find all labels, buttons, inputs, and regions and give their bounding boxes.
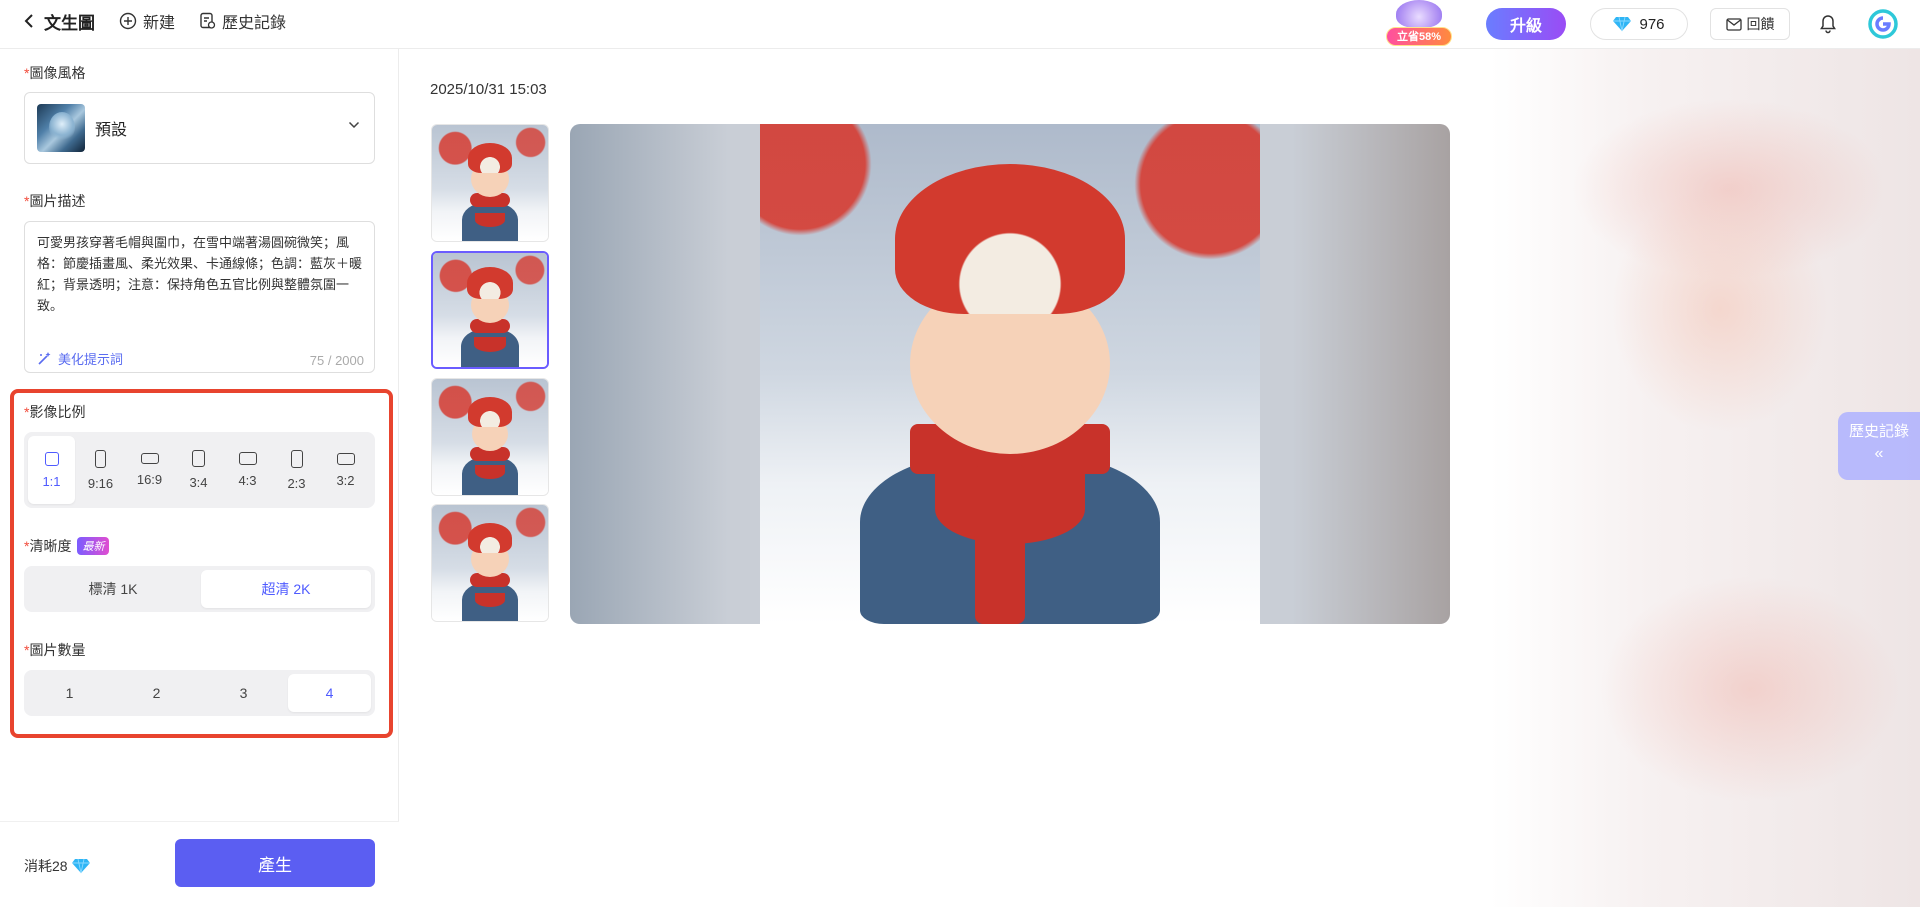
generate-button[interactable]: 產生 (175, 839, 375, 887)
top-bar: 文生圖 新建 歷史記錄 立省58% 升級 976 回饋 (0, 0, 1920, 49)
ratio-option-2-3[interactable]: 2:3 (273, 436, 320, 504)
resolution-label: *清晰度 最新 (24, 536, 110, 556)
aspect-ratio-selector: 1:1 9:16 16:9 3:4 4:3 2:3 3:2 (24, 432, 375, 508)
ratio-label: 2:3 (287, 475, 306, 491)
result-thumbnail-2[interactable] (431, 251, 549, 369)
diamond-icon (1613, 16, 1632, 32)
history-side-tab[interactable]: 歷史記錄 « (1838, 412, 1920, 480)
plus-circle-icon (119, 12, 137, 30)
history-tab-label: 歷史記錄 (1848, 423, 1909, 440)
portrait-ratio-icon (192, 450, 205, 467)
chevron-down-icon (348, 121, 360, 129)
history-button[interactable]: 歷史記錄 (199, 9, 286, 33)
image-preview[interactable] (570, 124, 1450, 624)
new-label: 新建 (143, 15, 176, 32)
ratio-label: 4:3 (238, 473, 257, 488)
settings-panel: *圖像風格 預設 *圖片描述 可愛男孩穿著毛帽與圍巾，在雪中端著湯圓碗微笑；風格… (0, 49, 399, 907)
ratio-option-1-1[interactable]: 1:1 (28, 436, 75, 504)
style-value: 預設 (95, 122, 128, 139)
square-ratio-icon (44, 451, 59, 466)
portrait-ratio-icon (95, 449, 106, 468)
mail-icon (1725, 17, 1742, 31)
top-bar-right: 立省58% 升級 976 回饋 (1386, 0, 1898, 48)
cost-label: 消耗28 (24, 858, 68, 874)
result-thumbnail-1[interactable] (431, 124, 549, 242)
generation-timestamp: 2025/10/31 15:03 (430, 81, 547, 98)
app-logo-icon[interactable] (1868, 9, 1898, 39)
style-label: *圖像風格 (24, 65, 86, 81)
new-badge: 最新 (77, 537, 110, 555)
feedback-button[interactable]: 回饋 (1710, 8, 1790, 40)
landscape-ratio-icon (140, 453, 159, 464)
description-label: *圖片描述 (24, 193, 86, 209)
ratio-label: 9:16 (87, 475, 114, 491)
cost-indicator: 消耗28 (24, 856, 90, 876)
ratio-label: 3:2 (336, 472, 355, 488)
diamond-icon (71, 858, 90, 874)
style-thumbnail (37, 104, 85, 152)
aspect-ratio-label: *影像比例 (24, 404, 86, 420)
back-button[interactable]: 文生圖 (24, 9, 95, 34)
thumbnail-image (432, 505, 548, 621)
landscape-ratio-icon (336, 452, 355, 465)
upgrade-button[interactable]: 升級 (1486, 8, 1566, 40)
result-thumbnail-4[interactable] (431, 504, 549, 622)
resolution-option-2k[interactable]: 超清 2K (201, 570, 371, 608)
style-select[interactable]: 預設 (24, 92, 375, 164)
ratio-option-9-16[interactable]: 9:16 (77, 436, 124, 504)
ratio-label: 1:1 (42, 473, 61, 489)
generate-bar: 消耗28 產生 (0, 821, 399, 907)
thumbnail-image (433, 253, 547, 367)
feedback-label: 回饋 (1746, 16, 1775, 32)
page-title: 文生圖 (44, 13, 95, 33)
landscape-ratio-icon (238, 452, 257, 465)
portrait-ratio-icon (290, 449, 303, 468)
top-bar-left: 文生圖 新建 歷史記錄 (24, 0, 286, 42)
ratio-option-16-9[interactable]: 16:9 (126, 436, 173, 504)
ratio-label: 3:4 (189, 475, 208, 490)
description-textarea[interactable]: 可愛男孩穿著毛帽與圍巾，在雪中端著湯圓碗微笑；風格：節慶插畫風、柔光效果、卡通線… (24, 221, 375, 373)
thumbnail-image (432, 379, 548, 495)
description-text[interactable]: 可愛男孩穿著毛帽與圍巾，在雪中端著湯圓碗微笑；風格：節慶插畫風、柔光效果、卡通線… (37, 232, 364, 316)
ratio-option-4-3[interactable]: 4:3 (224, 436, 271, 504)
history-doc-icon (200, 12, 216, 29)
preview-image (760, 124, 1260, 624)
thumbnail-image (432, 125, 548, 241)
ratio-label: 16:9 (136, 472, 163, 487)
promo-discount-tag: 立省58% (1386, 27, 1452, 46)
beautify-label: 美化提示詞 (58, 352, 124, 367)
magic-wand-icon (38, 352, 51, 365)
resolution-selector: 標清 1K 超清 2K (24, 566, 375, 612)
count-option-1[interactable]: 1 (28, 674, 111, 712)
gem-count: 976 (1639, 15, 1665, 33)
promo-banner[interactable]: 立省58% (1386, 0, 1454, 48)
gem-balance[interactable]: 976 (1590, 8, 1688, 40)
ratio-option-3-2[interactable]: 3:2 (322, 436, 369, 504)
history-label: 歷史記錄 (222, 15, 287, 32)
result-thumbnail-3[interactable] (431, 378, 549, 496)
notification-bell-icon[interactable] (1818, 14, 1838, 34)
chevron-left-icon (24, 14, 33, 28)
image-count-selector: 1 2 3 4 (24, 670, 375, 716)
ratio-option-3-4[interactable]: 3:4 (175, 436, 222, 504)
result-area: 2025/10/31 15:03 歷史記錄 « (400, 49, 1920, 907)
count-option-2[interactable]: 2 (115, 674, 198, 712)
count-option-4[interactable]: 4 (288, 674, 371, 712)
new-button[interactable]: 新建 (119, 9, 175, 33)
double-chevron-left-icon: « (1874, 445, 1884, 462)
promo-koala-image (1396, 0, 1442, 28)
char-count: 75 / 2000 (309, 353, 364, 368)
image-count-label: *圖片數量 (24, 642, 86, 658)
count-option-3[interactable]: 3 (202, 674, 285, 712)
beautify-prompt-button[interactable]: 美化提示詞 (37, 349, 123, 368)
resolution-option-1k[interactable]: 標清 1K (28, 570, 198, 608)
